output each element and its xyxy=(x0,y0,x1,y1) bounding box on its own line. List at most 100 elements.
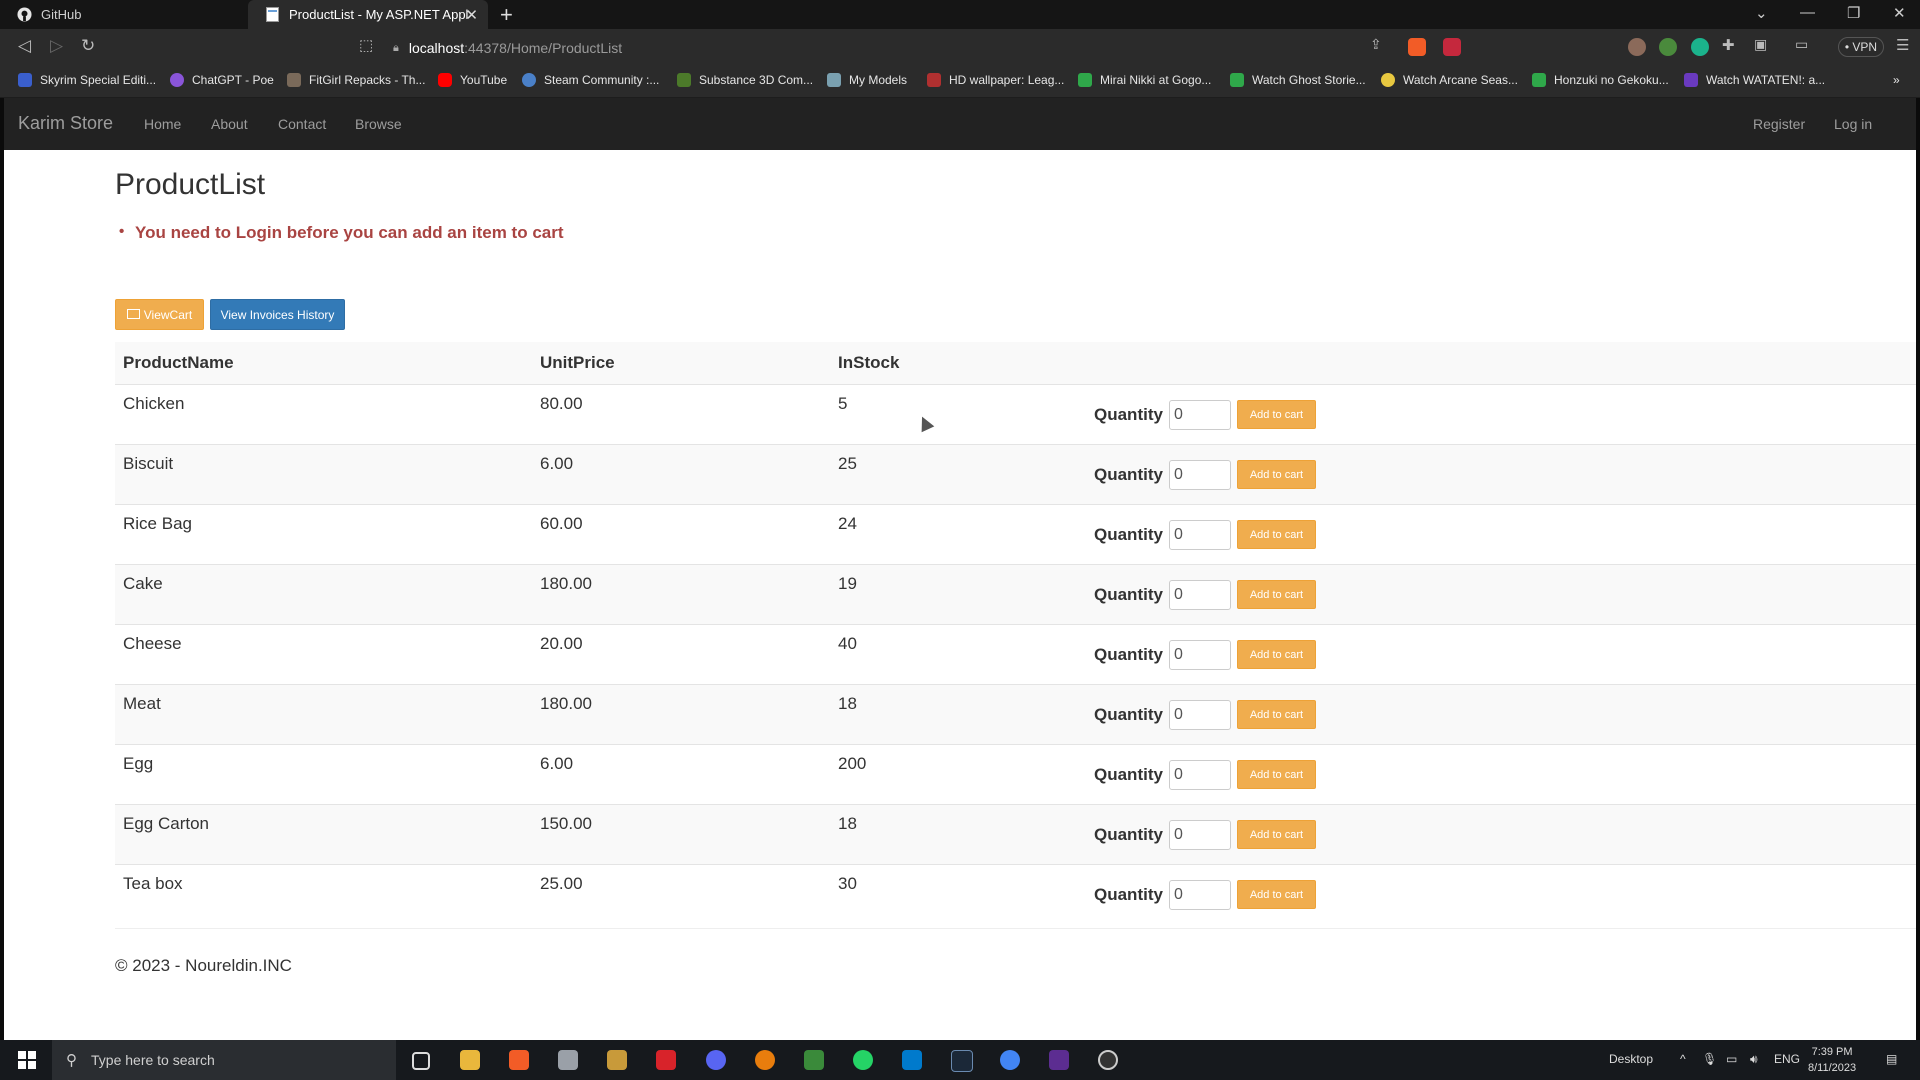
bookmark-item[interactable]: YouTube xyxy=(438,73,507,87)
nav-register[interactable]: Register xyxy=(1753,116,1805,132)
taskbar-clock[interactable]: 7:39 PM 8/11/2023 xyxy=(1808,1044,1856,1076)
extension-icon[interactable] xyxy=(1659,38,1677,56)
bookmark-favicon-icon xyxy=(677,73,691,87)
app-icon[interactable] xyxy=(607,1050,627,1070)
bookmark-item[interactable]: Mirai Nikki at Gogo... xyxy=(1078,73,1211,87)
nav-contact[interactable]: Contact xyxy=(278,116,326,132)
restore-icon[interactable]: ❐ xyxy=(1847,4,1860,22)
address-bar[interactable]: 🔒︎ localhost:44378/Home/ProductList xyxy=(393,34,1473,62)
file-explorer-icon[interactable] xyxy=(460,1050,480,1070)
add-to-cart-button[interactable]: Add to cart xyxy=(1236,520,1316,549)
extension-icon[interactable] xyxy=(1628,38,1646,56)
bookmark-item[interactable]: Watch Arcane Seas... xyxy=(1381,73,1518,87)
quantity-input[interactable] xyxy=(1168,819,1231,850)
extensions-puzzle-icon[interactable]: ✚ xyxy=(1722,36,1735,54)
close-window-icon[interactable]: ✕ xyxy=(1893,4,1906,22)
product-row: Meat180.0018 Quantity Add to cart xyxy=(115,684,1916,745)
bookmark-item[interactable]: ChatGPT - Poe xyxy=(170,73,274,87)
volume-icon[interactable]: 🔊︎ xyxy=(1750,1052,1758,1067)
bookmark-item[interactable]: Honzuki no Gekoku... xyxy=(1532,73,1669,87)
reload-icon[interactable]: ↻ xyxy=(81,36,95,56)
discord-icon[interactable] xyxy=(706,1050,726,1070)
quantity-input[interactable] xyxy=(1168,399,1231,430)
app-icon[interactable] xyxy=(1098,1050,1118,1070)
add-to-cart-button[interactable]: Add to cart xyxy=(1236,700,1316,729)
minimize-icon[interactable]: — xyxy=(1800,4,1815,21)
quantity-input[interactable] xyxy=(1168,519,1231,550)
add-to-cart-button[interactable]: Add to cart xyxy=(1236,880,1316,909)
product-name-cell: Egg Carton xyxy=(115,804,532,865)
bookmark-icon[interactable]: ⬚ xyxy=(359,36,373,54)
wallet-icon[interactable]: ▭ xyxy=(1795,36,1808,53)
tab-title: ProductList - My ASP.NET Applic xyxy=(289,7,469,22)
nav-browse[interactable]: Browse xyxy=(355,116,402,132)
quantity-input[interactable] xyxy=(1168,699,1231,730)
new-tab-icon[interactable]: + xyxy=(500,2,513,28)
brave-shields-icon[interactable] xyxy=(1408,38,1426,56)
nav-about[interactable]: About xyxy=(211,116,248,132)
tab-github[interactable]: GitHub xyxy=(0,0,248,29)
desktop-toolbar-label[interactable]: Desktop xyxy=(1609,1052,1653,1066)
add-to-cart-button[interactable]: Add to cart xyxy=(1236,640,1316,669)
tray-overflow-icon[interactable]: ^ xyxy=(1680,1052,1686,1066)
close-tab-icon[interactable]: ✕ xyxy=(465,6,478,24)
windows-start-icon[interactable] xyxy=(18,1051,36,1069)
nav-login[interactable]: Log in xyxy=(1834,116,1872,132)
menu-icon[interactable]: ☰ xyxy=(1896,36,1909,54)
app-icon[interactable] xyxy=(804,1050,824,1070)
app-icon[interactable] xyxy=(656,1050,676,1070)
chrome-icon[interactable] xyxy=(1000,1050,1020,1070)
tab-productlist[interactable]: ProductList - My ASP.NET Applic ✕ xyxy=(248,0,488,29)
bookmark-item[interactable]: HD wallpaper: Leag... xyxy=(927,73,1064,87)
blender-icon[interactable] xyxy=(755,1050,775,1070)
quantity-input[interactable] xyxy=(1168,579,1231,610)
bookmark-favicon-icon xyxy=(170,73,184,87)
network-icon[interactable]: ▭ xyxy=(1726,1052,1737,1066)
vpn-button[interactable]: • VPN xyxy=(1838,37,1884,57)
app-icon[interactable] xyxy=(558,1050,578,1070)
add-to-cart-button[interactable]: Add to cart xyxy=(1236,760,1316,789)
quantity-input[interactable] xyxy=(1168,639,1231,670)
bookmark-item[interactable]: Watch Ghost Storie... xyxy=(1230,73,1366,87)
view-invoices-button[interactable]: View Invoices History xyxy=(210,299,345,330)
add-to-cart-button[interactable]: Add to cart xyxy=(1236,580,1316,609)
unit-price-cell: 20.00 xyxy=(532,624,830,685)
in-stock-cell: 25 xyxy=(830,444,1086,505)
bookmark-item[interactable]: Steam Community :... xyxy=(522,73,659,87)
add-to-cart-cell: Quantity Add to cart xyxy=(1086,624,1916,685)
bookmark-item[interactable]: FitGirl Repacks - Th... xyxy=(287,73,425,87)
tab-search-icon[interactable]: ⌄ xyxy=(1755,4,1768,22)
taskbar-search[interactable]: ⚲ Type here to search xyxy=(52,1040,396,1080)
bookmark-item[interactable]: Substance 3D Com... xyxy=(677,73,813,87)
notifications-icon[interactable]: ▤ xyxy=(1886,1052,1897,1066)
back-icon[interactable]: ◁ xyxy=(18,36,31,56)
task-view-icon[interactable] xyxy=(412,1052,430,1070)
view-cart-button[interactable]: ViewCart xyxy=(115,299,204,330)
visual-studio-icon[interactable] xyxy=(1049,1050,1069,1070)
microphone-icon[interactable]: 🎙︎ xyxy=(1702,1052,1717,1066)
site-brand[interactable]: Karim Store xyxy=(18,113,113,134)
bookmark-item[interactable]: Watch WATATEN!: a... xyxy=(1684,73,1825,87)
add-to-cart-button[interactable]: Add to cart xyxy=(1236,460,1316,489)
brave-browser-icon[interactable] xyxy=(509,1050,529,1070)
sidebar-icon[interactable]: ▣ xyxy=(1754,36,1767,53)
quantity-input[interactable] xyxy=(1168,879,1231,910)
vscode-icon[interactable] xyxy=(902,1050,922,1070)
nav-home[interactable]: Home xyxy=(144,116,181,132)
language-indicator[interactable]: ENG xyxy=(1774,1052,1800,1066)
product-name-cell: Cheese xyxy=(115,624,532,685)
bookmark-item[interactable]: My Models xyxy=(827,73,907,87)
forward-icon[interactable]: ▷ xyxy=(50,36,63,56)
grammarly-icon[interactable] xyxy=(1691,38,1709,56)
steam-icon[interactable] xyxy=(951,1050,973,1072)
add-to-cart-button[interactable]: Add to cart xyxy=(1236,400,1316,429)
quantity-input[interactable] xyxy=(1168,459,1231,490)
whatsapp-icon[interactable] xyxy=(853,1050,873,1070)
brave-rewards-icon[interactable] xyxy=(1443,38,1461,56)
bookmarks-bar: Skyrim Special Editi... ChatGPT - Poe Fi… xyxy=(0,67,1920,98)
bookmark-item[interactable]: Skyrim Special Editi... xyxy=(18,73,156,87)
quantity-input[interactable] xyxy=(1168,759,1231,790)
share-icon[interactable]: ⇪ xyxy=(1370,36,1382,53)
bookmarks-overflow-icon[interactable]: » xyxy=(1893,73,1900,87)
add-to-cart-button[interactable]: Add to cart xyxy=(1236,820,1316,849)
